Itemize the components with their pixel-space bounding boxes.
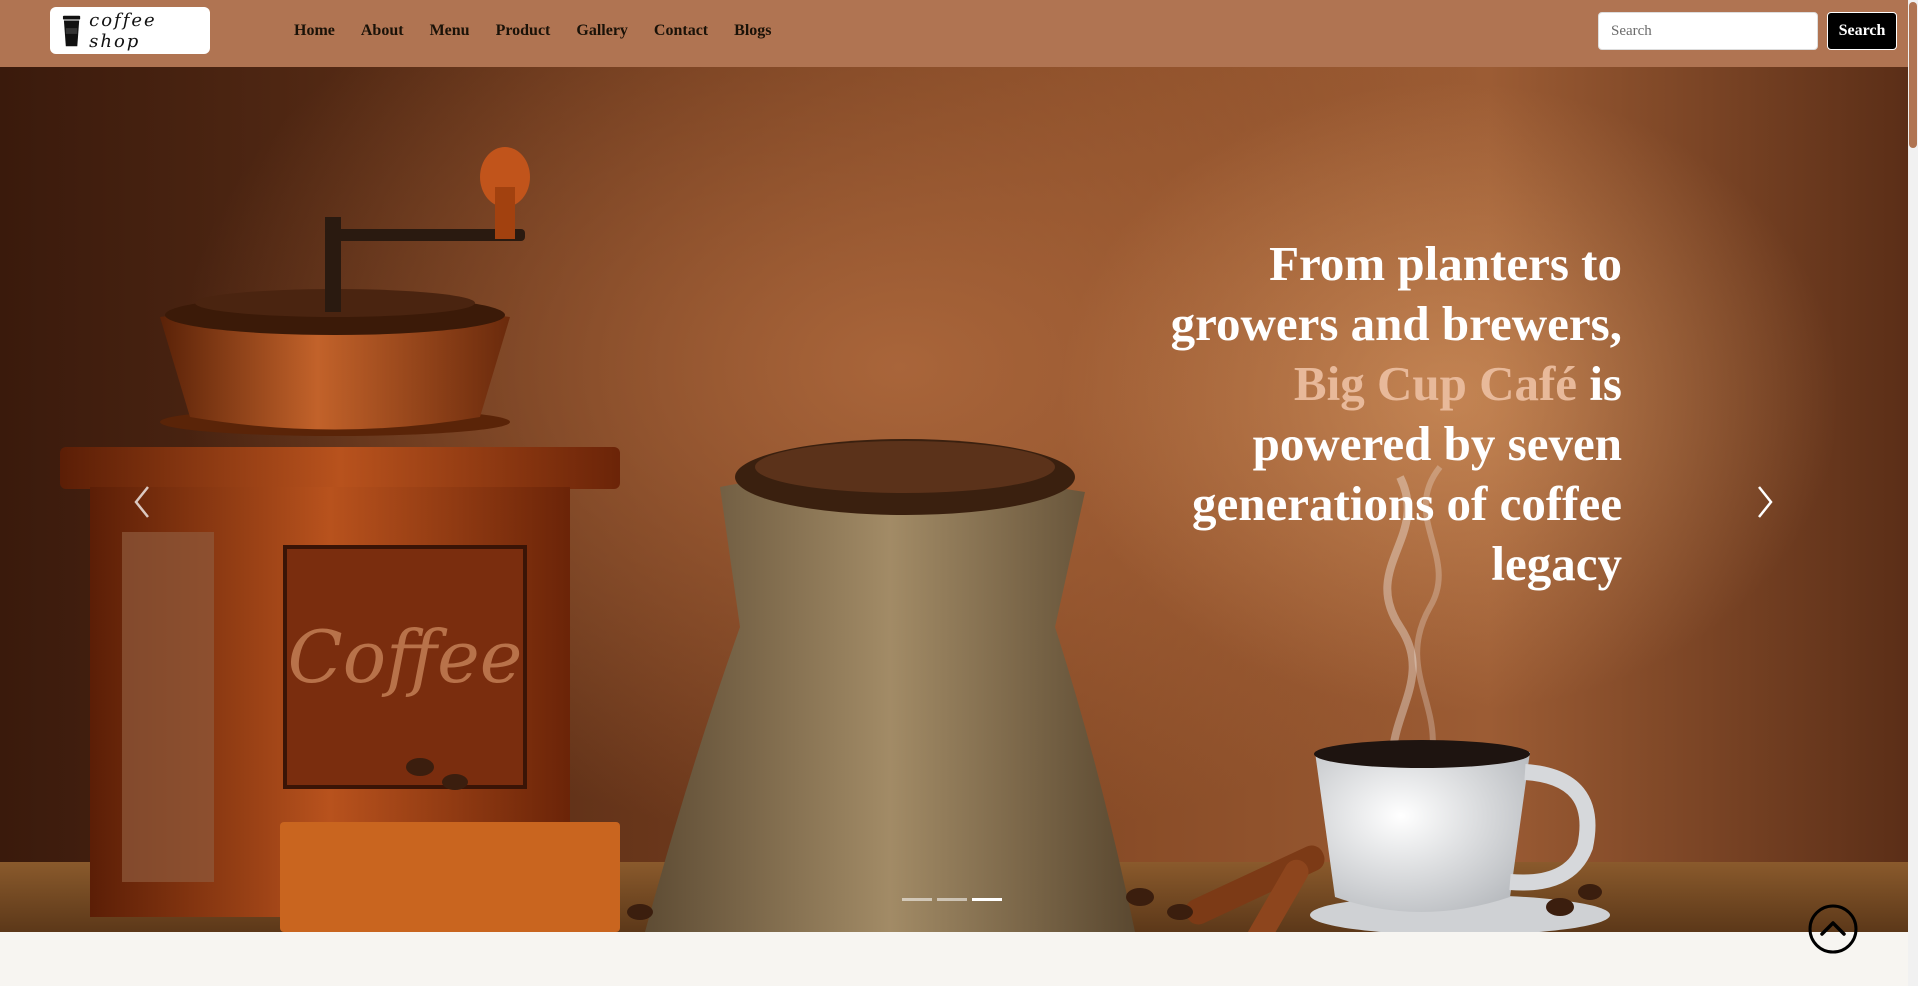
page-scrollbar[interactable] [1908, 0, 1918, 986]
carousel-indicators [902, 898, 1007, 901]
svg-text:Coffee: Coffee [288, 615, 523, 699]
hero-line: growers and brewers, [1170, 296, 1622, 351]
hero-line: From planters to [1269, 236, 1622, 291]
logo[interactable]: coffee shop [50, 7, 210, 54]
navbar: coffee shop Home About Menu Product Gall… [0, 0, 1908, 67]
nav-link-contact[interactable]: Contact [654, 22, 708, 40]
nav-link-blogs[interactable]: Blogs [734, 22, 771, 40]
logo-text: coffee shop [89, 9, 157, 52]
hero-line: legacy [1491, 536, 1622, 591]
nav-link-home[interactable]: Home [294, 22, 335, 40]
nav-link-gallery[interactable]: Gallery [576, 22, 628, 40]
carousel-indicator-3[interactable] [972, 898, 1002, 901]
carousel-indicator-1[interactable] [902, 898, 932, 901]
carousel-prev-button[interactable] [122, 477, 162, 527]
hero-line-rest: is [1577, 356, 1622, 411]
hero-line: generations of coffee [1192, 476, 1622, 531]
coffee-cup-icon [62, 15, 81, 46]
nav-link-product[interactable]: Product [496, 22, 551, 40]
scrollbar-thumb[interactable] [1909, 2, 1917, 148]
chevron-right-icon [1758, 486, 1773, 518]
nav-link-menu[interactable]: Menu [430, 22, 470, 40]
hero-line: powered by seven [1252, 416, 1622, 471]
back-to-top-button[interactable] [1807, 903, 1859, 955]
hero-line: Big Cup Café is [1100, 354, 1622, 414]
chevron-up-circle-icon [1808, 904, 1858, 954]
brand-name-accent: Big Cup Café [1293, 356, 1578, 411]
nav-link-about[interactable]: About [361, 22, 404, 40]
chevron-left-icon [134, 486, 149, 518]
hero-carousel: Coffee From planters to growers and brew… [0, 67, 1908, 932]
search-button[interactable]: Search [1827, 12, 1897, 50]
hero-headline: From planters to growers and brewers, Bi… [1100, 234, 1622, 594]
nav-links: Home About Menu Product Gallery Contact … [294, 0, 797, 62]
carousel-indicator-2[interactable] [937, 898, 967, 901]
search-input[interactable] [1598, 12, 1818, 50]
carousel-next-button[interactable] [1745, 477, 1785, 527]
